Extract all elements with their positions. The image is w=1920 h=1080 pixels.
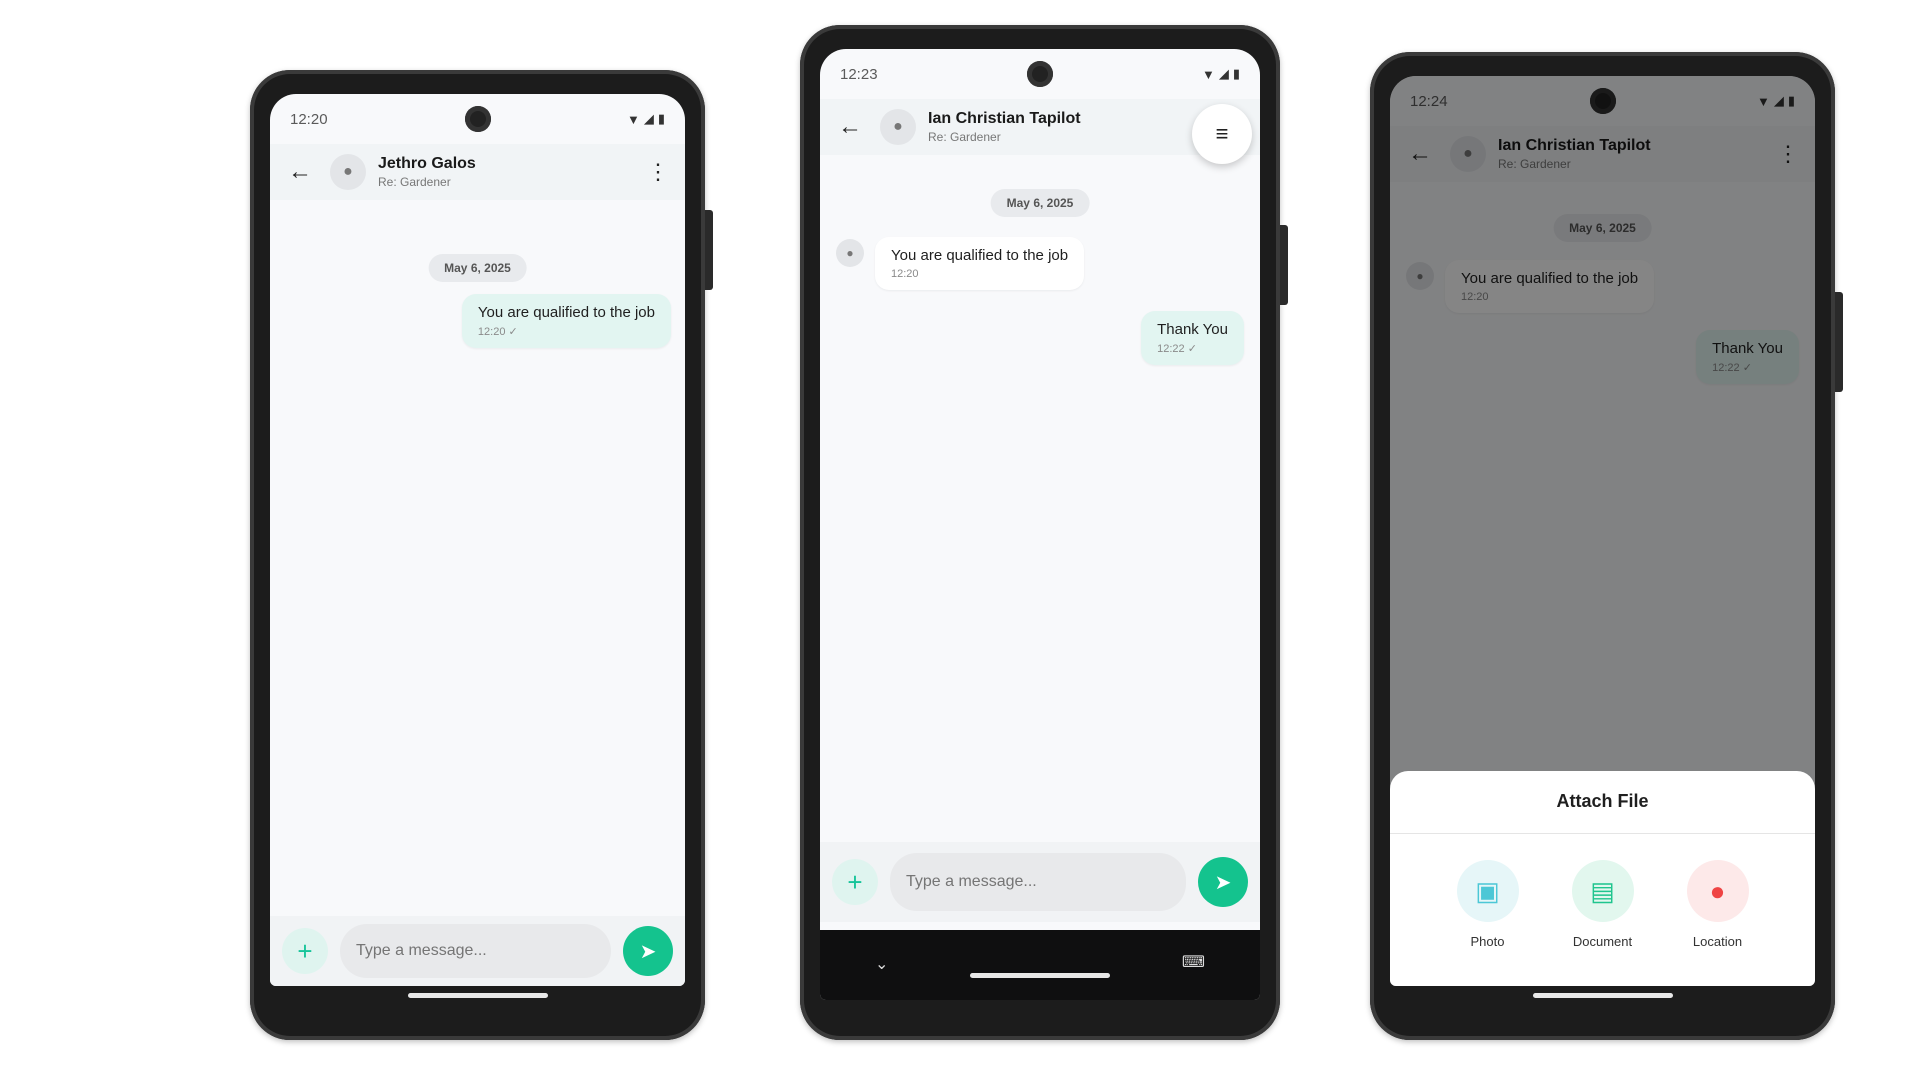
sent-check-icon: ✓ <box>1187 343 1197 355</box>
chat-screen-3: 12:24 ▼ ◢ ▮ ← ● Ian Christian Tapilot Re… <box>1390 76 1815 986</box>
message-bubble-incoming[interactable]: You are qualified to the job 12:20 <box>875 237 1085 290</box>
contact-avatar: ● <box>330 154 366 190</box>
battery-icon: ▮ <box>1232 66 1240 81</box>
chat-header: ← ● Jethro Galos Re: Gardener ⋮ <box>270 144 685 200</box>
attach-file-sheet: Attach File ▣ Photo ▤ Document ● Locatio… <box>1390 771 1815 986</box>
date-chip: May 6, 2025 <box>428 254 527 282</box>
contact-name: Jethro Galos <box>378 155 476 172</box>
signal-icon: ◢ <box>1218 66 1229 81</box>
home-indicator <box>407 993 548 998</box>
message-text: You are qualified to the job <box>477 304 655 321</box>
message-text: You are qualified to the job <box>891 247 1069 264</box>
attach-plus-button[interactable]: + <box>832 859 878 905</box>
message-time: 12:22 <box>1157 343 1185 355</box>
send-button[interactable]: ➤ <box>1198 857 1248 907</box>
battery-icon: ▮ <box>657 111 665 126</box>
keyboard-icon[interactable]: ⌨ <box>1182 952 1205 972</box>
attach-options: ▣ Photo ▤ Document ● Location <box>1390 834 1815 949</box>
message-composer: + ➤ <box>820 842 1260 922</box>
camera-cutout <box>464 106 491 132</box>
system-nav-bar: ⌄ ⌨ <box>820 930 1260 1000</box>
phone-frame-1: 12:20 ▼ ◢ ▮ ← ● Jethro Galos Re: Gardene… <box>250 70 713 1040</box>
option-label: Photo <box>1470 934 1505 949</box>
location-pin-icon: ● <box>1686 860 1749 922</box>
back-arrow-icon[interactable]: ← <box>832 109 868 145</box>
chat-screen-1: 12:20 ▼ ◢ ▮ ← ● Jethro Galos Re: Gardene… <box>270 94 685 986</box>
message-bubble-outgoing[interactable]: You are qualified to the job 12:20 ✓ <box>461 294 671 348</box>
date-chip: May 6, 2025 <box>990 189 1090 217</box>
image-icon: ▣ <box>1456 860 1519 922</box>
contact-info[interactable]: Jethro Galos Re: Gardener <box>378 155 643 189</box>
attach-location-option[interactable]: ● Location <box>1673 860 1763 949</box>
hamburger-menu-button[interactable]: ≡ <box>1192 104 1252 164</box>
message-input[interactable] <box>890 853 1186 911</box>
more-vert-icon[interactable]: ⋮ <box>643 157 673 187</box>
side-button <box>1835 292 1843 392</box>
message-bubble-outgoing[interactable]: Thank You 12:22 ✓ <box>1141 311 1244 365</box>
send-button[interactable]: ➤ <box>623 926 673 976</box>
home-indicator <box>970 973 1110 978</box>
message-composer: + ➤ <box>270 916 685 986</box>
option-label: Location <box>1692 934 1743 949</box>
document-icon: ▤ <box>1571 860 1634 922</box>
signal-icon: ◢ <box>643 111 654 126</box>
camera-cutout <box>1027 61 1053 87</box>
system-icons: ▼ ◢ ▮ <box>1202 66 1240 82</box>
hamburger-icon: ≡ <box>1215 121 1229 146</box>
option-label: Document <box>1572 934 1633 949</box>
attach-plus-button[interactable]: + <box>282 928 328 974</box>
status-time: 12:20 <box>290 110 328 128</box>
contact-subtitle: Re: Gardener <box>378 175 451 189</box>
home-indicator <box>1532 993 1673 998</box>
sheet-title: Attach File <box>1390 771 1815 834</box>
message-time: 12:20 <box>477 326 506 338</box>
side-button <box>1280 225 1288 305</box>
system-icons: ▼ ◢ ▮ <box>627 111 665 127</box>
side-button <box>705 210 713 290</box>
message-time: 12:20 <box>891 268 919 280</box>
attach-document-option[interactable]: ▤ Document <box>1558 860 1648 949</box>
attach-photo-option[interactable]: ▣ Photo <box>1443 860 1533 949</box>
wifi-icon: ▼ <box>626 111 640 127</box>
phone-frame-3: 12:24 ▼ ◢ ▮ ← ● Ian Christian Tapilot Re… <box>1370 52 1843 1040</box>
message-meta: 12:22 ✓ <box>1157 342 1228 355</box>
contact-avatar: ● <box>880 109 916 145</box>
phone-frame-2: 12:23 ▼ ◢ ▮ ← ● Ian Christian Tapilot Re… <box>800 25 1288 1040</box>
sent-check-icon: ✓ <box>508 326 518 338</box>
message-input[interactable] <box>340 924 611 978</box>
back-arrow-icon[interactable]: ← <box>282 154 318 190</box>
message-meta: 12:20 ✓ <box>478 325 655 338</box>
status-time: 12:23 <box>840 65 878 83</box>
chevron-down-icon[interactable]: ⌄ <box>875 954 888 974</box>
chat-screen-2: 12:23 ▼ ◢ ▮ ← ● Ian Christian Tapilot Re… <box>820 49 1260 1000</box>
sender-avatar: ● <box>836 239 864 267</box>
message-text: Thank You <box>1157 321 1228 338</box>
wifi-icon: ▼ <box>1201 66 1215 82</box>
